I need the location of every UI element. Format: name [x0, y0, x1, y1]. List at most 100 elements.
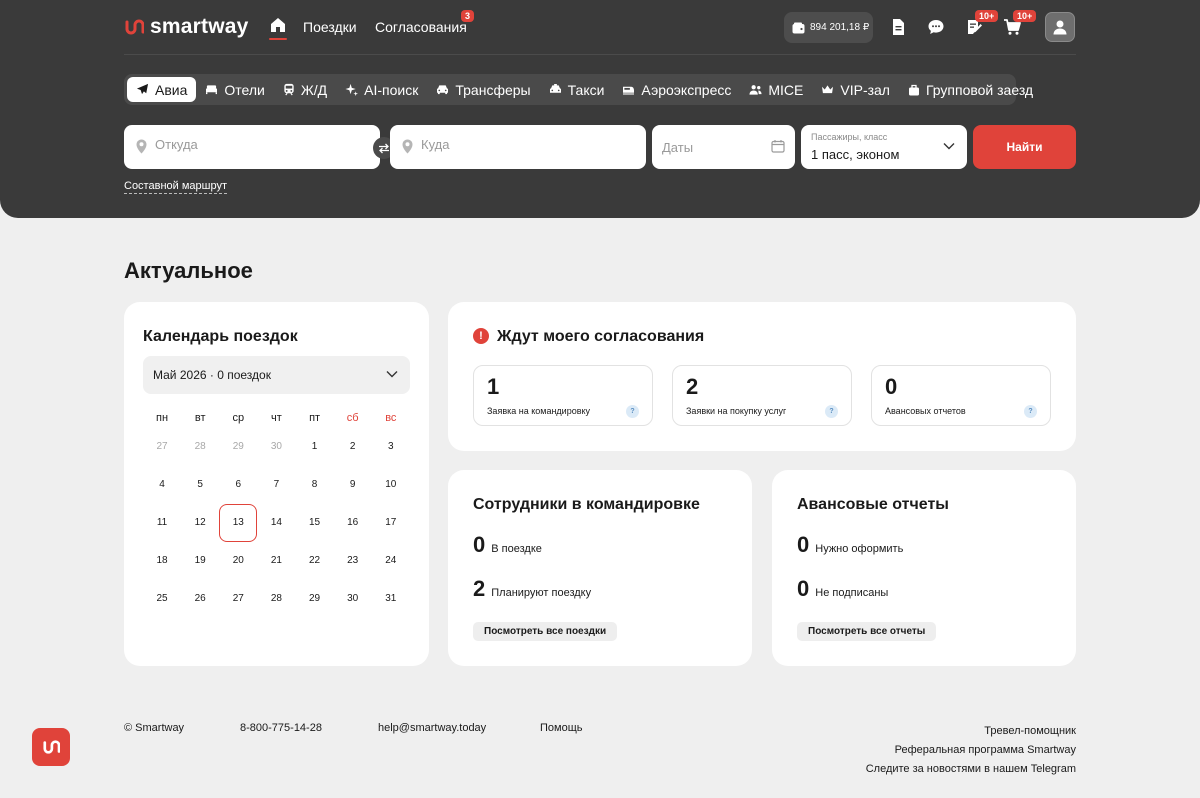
tab-label: Отели	[224, 81, 265, 98]
calendar-day[interactable]: 14	[257, 504, 295, 542]
nav-approvals[interactable]: Согласования	[375, 19, 467, 35]
tab-taxi[interactable]: Такси	[540, 77, 614, 102]
chat-icon[interactable]	[927, 18, 945, 36]
calendar-day[interactable]: 24	[372, 542, 410, 580]
footer-link-referral[interactable]: Реферальная программа Smartway	[866, 741, 1076, 760]
tab-ai-search[interactable]: AI-поиск	[336, 77, 427, 102]
to-field[interactable]	[390, 125, 646, 169]
dates-field[interactable]: Даты	[652, 125, 795, 169]
calendar-day[interactable]: 22	[296, 542, 334, 580]
calendar-day[interactable]: 23	[334, 542, 372, 580]
view-all-reports-button[interactable]: Посмотреть все отчеты	[797, 622, 937, 641]
to-input[interactable]	[421, 137, 631, 152]
balance-button[interactable]: 894 201,18 ₽	[784, 12, 873, 43]
metric-label: В поездке	[491, 543, 542, 555]
help-icon[interactable]: ?	[626, 405, 639, 418]
weekday-label: сб	[346, 412, 359, 424]
tab-mice[interactable]: MICE	[740, 77, 812, 102]
calendar-day[interactable]: 20	[219, 542, 257, 580]
calendar-day[interactable]: 25	[143, 580, 181, 618]
passengers-field[interactable]: Пассажиры, класс 1 пасс, эконом	[801, 125, 967, 169]
calendar-day[interactable]: 29	[296, 580, 334, 618]
calendar-day[interactable]: 30	[334, 580, 372, 618]
tab-avia[interactable]: Авиа	[127, 77, 197, 102]
month-select[interactable]: Май 2026 · 0 поездок	[143, 356, 410, 394]
help-icon[interactable]: ?	[825, 405, 838, 418]
avatar[interactable]	[1045, 12, 1075, 42]
composite-route-link[interactable]: Составной маршрут	[124, 180, 227, 194]
calendar-day[interactable]: 21	[257, 542, 295, 580]
stat-value: 0	[885, 374, 898, 399]
tab-transfers[interactable]: Трансферы	[427, 77, 539, 102]
weekday-label: ср	[232, 412, 245, 424]
calendar-week: 25 26 27 28 29 30 31	[143, 580, 410, 618]
home-icon	[271, 18, 285, 32]
card-title: Календарь поездок	[143, 328, 298, 345]
calendar-day[interactable]: 10	[372, 466, 410, 504]
sparkle-icon	[345, 83, 359, 96]
calendar-day[interactable]: 26	[181, 580, 219, 618]
stat-advance-reports[interactable]: 0 Авансовых отчетов ?	[871, 365, 1051, 426]
calendar-day[interactable]: 19	[181, 542, 219, 580]
cart-badge: 10+	[1013, 10, 1037, 22]
service-tabs: Авиа Отели Ж/Д AI-поиск Трансферы Такси …	[124, 74, 1033, 105]
weekday-label: вт	[194, 412, 206, 424]
footer-phone[interactable]: 8-800-775-14-28	[240, 722, 322, 734]
tab-aeroexpress[interactable]: Аэроэкспресс	[613, 77, 740, 102]
footer-email[interactable]: help@smartway.today	[378, 722, 486, 734]
from-field[interactable]	[124, 125, 380, 169]
calendar-day[interactable]: 12	[181, 504, 219, 542]
calendar-day[interactable]: 11	[143, 504, 181, 542]
approvals-badge: 3	[461, 10, 475, 22]
tab-vip-lounge[interactable]: VIP-зал	[812, 77, 899, 102]
footer-help-link[interactable]: Помощь	[540, 722, 583, 734]
calendar-day[interactable]: 28	[257, 580, 295, 618]
wallet-icon	[792, 22, 805, 33]
luggage-icon	[908, 84, 919, 95]
calendar-day[interactable]: 31	[372, 580, 410, 618]
metric-in-trip: 0 В поездке	[473, 532, 542, 558]
calendar-day[interactable]: 9	[334, 466, 372, 504]
calendar-day[interactable]: 28	[181, 428, 219, 466]
stat-service-requests[interactable]: 2 Заявки на покупку услуг ?	[672, 365, 852, 426]
calendar-day[interactable]: 30	[257, 428, 295, 466]
calendar-day[interactable]: 8	[296, 466, 334, 504]
footer-link-telegram[interactable]: Следите за новостями в нашем Telegram	[866, 760, 1076, 779]
calendar-day[interactable]: 6	[219, 466, 257, 504]
train-icon	[284, 83, 294, 96]
logo[interactable]: smartway	[124, 15, 249, 39]
weekday-label: вс	[385, 412, 397, 424]
view-all-trips-button[interactable]: Посмотреть все поездки	[473, 622, 618, 641]
tab-rail[interactable]: Ж/Д	[274, 77, 336, 102]
calendar-day-today[interactable]: 13	[219, 504, 258, 542]
calendar-day[interactable]: 2	[334, 428, 372, 466]
help-icon[interactable]: ?	[1024, 405, 1037, 418]
home-button[interactable]	[269, 16, 287, 40]
tab-group-checkin[interactable]: Групповой заезд	[899, 77, 1042, 102]
document-icon[interactable]	[889, 18, 907, 36]
calendar-day[interactable]: 1	[296, 428, 334, 466]
floating-assistant-button[interactable]	[32, 728, 70, 766]
notes-badge: 10+	[975, 10, 999, 22]
swap-icon	[379, 143, 389, 153]
calendar-day[interactable]: 27	[143, 428, 181, 466]
calendar-day[interactable]: 5	[181, 466, 219, 504]
nav-trips[interactable]: Поездки	[303, 19, 357, 35]
people-icon	[749, 84, 762, 95]
calendar-day[interactable]: 3	[372, 428, 410, 466]
from-input[interactable]	[155, 137, 365, 152]
calendar-day[interactable]: 7	[257, 466, 295, 504]
calendar-day[interactable]: 17	[372, 504, 410, 542]
stat-label: Авансовых отчетов	[885, 406, 966, 416]
find-button[interactable]: Найти	[973, 125, 1076, 169]
calendar-day[interactable]: 16	[334, 504, 372, 542]
calendar-day[interactable]: 15	[296, 504, 334, 542]
calendar-day[interactable]: 27	[219, 580, 257, 618]
calendar-day[interactable]: 4	[143, 466, 181, 504]
stat-trip-requests[interactable]: 1 Заявка на командировку ?	[473, 365, 653, 426]
calendar-day[interactable]: 18	[143, 542, 181, 580]
footer-link-travel-assistant[interactable]: Тревел-помощник	[866, 722, 1076, 741]
section-title: Актуальное	[124, 258, 253, 283]
tab-hotels[interactable]: Отели	[196, 77, 273, 102]
calendar-day[interactable]: 29	[219, 428, 257, 466]
